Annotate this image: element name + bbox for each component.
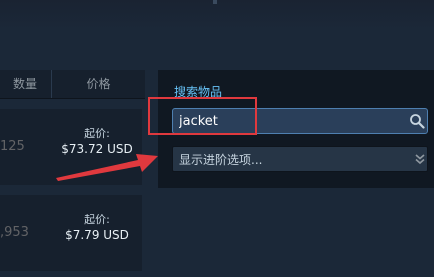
price-value: $7.79 USD bbox=[65, 228, 129, 242]
table-row[interactable]: ,953 起价: $7.79 USD bbox=[0, 195, 142, 271]
chevron-down-icon bbox=[415, 154, 425, 165]
top-bar-mark bbox=[213, 0, 217, 4]
advanced-options-toggle[interactable]: 显示进阶选项... bbox=[172, 146, 428, 172]
header-price[interactable]: 价格 bbox=[52, 70, 145, 98]
price-label: 起价: bbox=[84, 127, 110, 140]
highlight-box bbox=[148, 97, 257, 135]
price-label: 起价: bbox=[84, 213, 110, 226]
listing-table-header: 数量 价格 bbox=[0, 70, 145, 99]
annotation-arrow bbox=[56, 154, 158, 181]
search-icon[interactable] bbox=[409, 113, 425, 129]
header-quantity[interactable]: 数量 bbox=[0, 70, 50, 98]
top-bar bbox=[0, 0, 434, 30]
advanced-options-label: 显示进阶选项... bbox=[179, 153, 263, 167]
row-price: 起价: $7.79 USD bbox=[52, 213, 142, 243]
row-quantity: 125 bbox=[0, 139, 25, 154]
row-quantity: ,953 bbox=[0, 225, 29, 240]
